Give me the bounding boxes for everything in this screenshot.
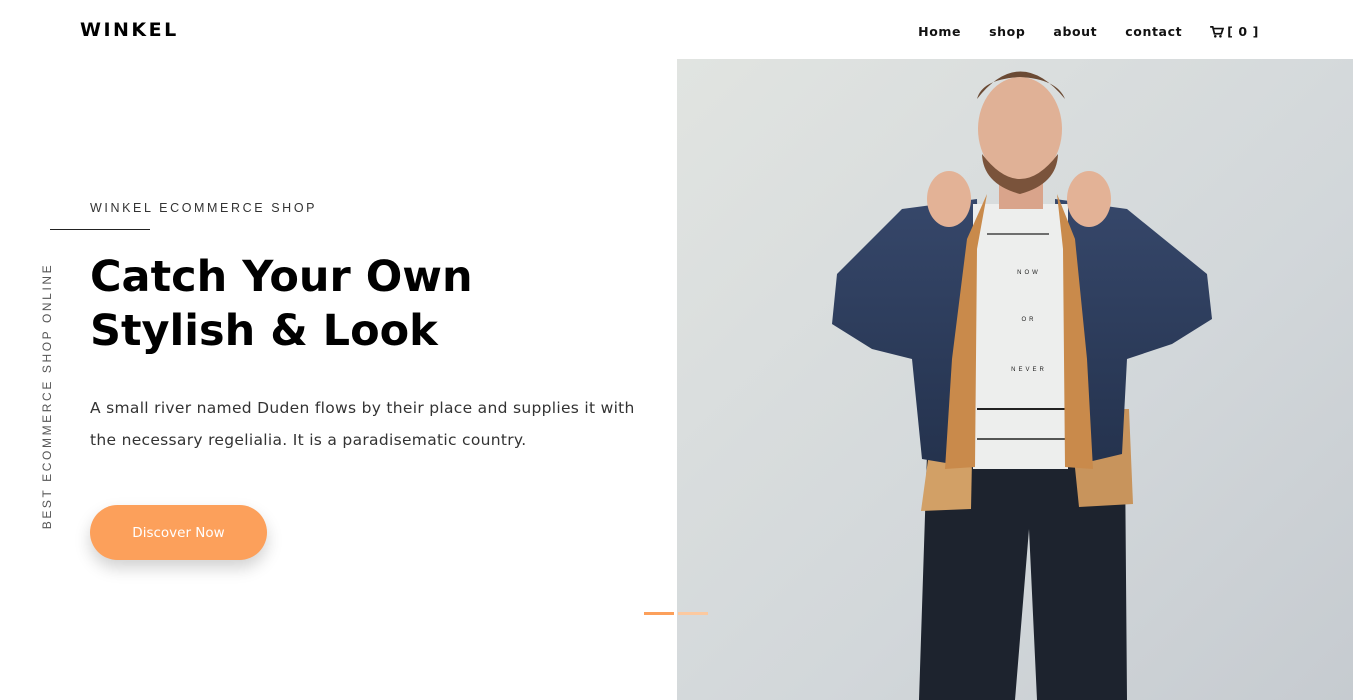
- nav-shop[interactable]: shop: [989, 24, 1025, 39]
- hero-photo: NOW OR NEVER: [677, 59, 1353, 700]
- brand-logo[interactable]: WINKEL: [80, 19, 179, 41]
- nav-cart[interactable]: [ 0 ]: [1210, 24, 1259, 39]
- subheading-divider: [50, 229, 150, 230]
- navbar: WINKEL Home shop about contact [ 0 ]: [0, 0, 1353, 59]
- main-nav: Home shop about contact [ 0 ]: [918, 24, 1259, 39]
- hero-heading: Catch Your Own Stylish & Look: [90, 252, 473, 356]
- nav-home[interactable]: Home: [918, 24, 961, 39]
- shirt-text-never: NEVER: [1011, 367, 1047, 373]
- shirt-text-now: NOW: [1017, 270, 1041, 276]
- slider-dot-active[interactable]: [644, 612, 674, 615]
- discover-now-button[interactable]: Discover Now: [90, 505, 267, 560]
- hero-image: NOW OR NEVER: [677, 59, 1353, 700]
- nav-contact[interactable]: contact: [1125, 24, 1182, 39]
- nav-about[interactable]: about: [1053, 24, 1097, 39]
- shirt-text-or: OR: [1022, 317, 1037, 323]
- hero-description: A small river named Duden flows by their…: [90, 399, 635, 449]
- cart-count: [ 0 ]: [1227, 24, 1259, 39]
- hero-subheading: WINKEL ECOMMERCE SHOP: [90, 201, 318, 215]
- vertical-tagline: BEST ECOMMERCE SHOP ONLINE: [40, 262, 54, 530]
- slider-dots: [644, 612, 708, 615]
- slider-dot[interactable]: [678, 612, 708, 615]
- cart-icon: [1210, 25, 1225, 38]
